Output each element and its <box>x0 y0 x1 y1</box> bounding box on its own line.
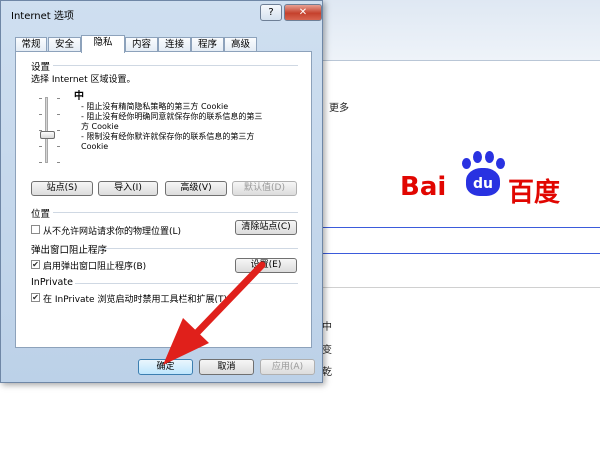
annotation-arrow-icon <box>163 261 266 365</box>
tab-privacy[interactable]: 隐私 <box>81 35 125 53</box>
